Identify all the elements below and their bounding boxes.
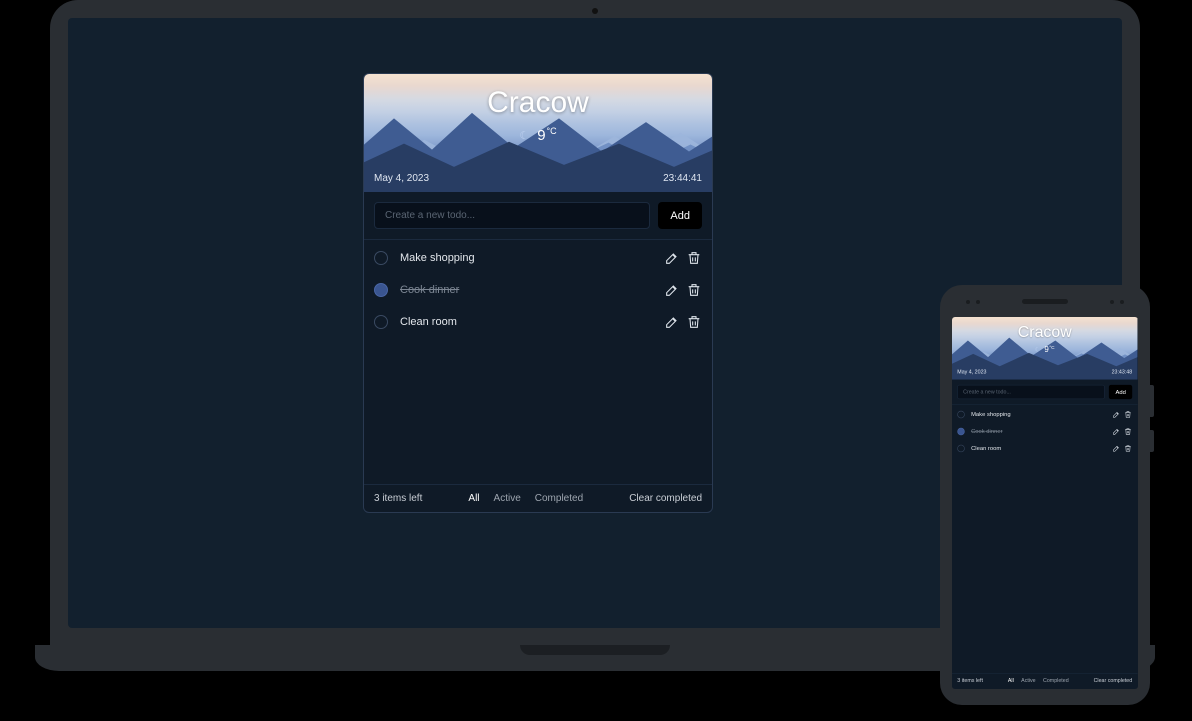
filter-all[interactable]: All: [468, 493, 479, 504]
date-text: May 4, 2023: [374, 173, 429, 184]
trash-icon[interactable]: [686, 282, 702, 298]
todo-item: Clean room: [374, 306, 702, 338]
filter-group: All Active Completed: [988, 678, 1088, 684]
todo-label: Make shopping: [400, 252, 652, 264]
todo-label: Clean room: [400, 316, 652, 328]
todo-app-card: Cracow ☾ 9°C May 4, 2023 23:44:41: [363, 73, 713, 513]
temp-value: 9: [1044, 345, 1048, 354]
camera-dot: [592, 8, 598, 14]
trash-icon[interactable]: [686, 250, 702, 266]
edit-icon[interactable]: [1112, 427, 1120, 435]
new-todo-input[interactable]: [957, 385, 1105, 399]
moon-icon: ☾: [519, 129, 529, 142]
weather-row: ☾ 9°C: [364, 126, 712, 144]
todo-footer: 3 items left All Active Completed Clear …: [952, 673, 1138, 688]
todo-checkbox[interactable]: [957, 411, 964, 418]
temp-value: 9: [537, 127, 545, 144]
todo-footer: 3 items left All Active Completed Clear …: [364, 484, 712, 512]
phone-frame: Cracow ☾ 9°C May 4, 2023 23:43:48 Add: [940, 285, 1150, 705]
edit-icon[interactable]: [664, 314, 680, 330]
edit-icon[interactable]: [1112, 410, 1120, 418]
add-button[interactable]: Add: [658, 202, 702, 229]
phone-side-button: [1150, 385, 1154, 417]
todo-item: Make shopping: [957, 406, 1132, 423]
filter-all[interactable]: All: [1008, 678, 1014, 684]
todo-app-card: Cracow ☾ 9°C May 4, 2023 23:43:48 Add: [952, 317, 1138, 688]
city-name: Cracow: [952, 323, 1138, 341]
time-text: 23:44:41: [663, 173, 702, 184]
todo-checkbox[interactable]: [957, 428, 964, 435]
new-todo-row: Add: [364, 192, 712, 240]
trash-icon[interactable]: [1124, 410, 1132, 418]
weather-header: Cracow ☾ 9°C May 4, 2023 23:44:41: [364, 74, 712, 192]
moon-icon: ☾: [1035, 346, 1040, 353]
edit-icon[interactable]: [664, 250, 680, 266]
edit-icon[interactable]: [1112, 444, 1120, 452]
items-left: 3 items left: [957, 678, 983, 684]
city-name: Cracow: [364, 86, 712, 120]
todo-label: Cook dinner: [400, 284, 652, 296]
todo-item: Cook dinner: [957, 423, 1132, 440]
todo-checkbox[interactable]: [957, 445, 964, 452]
time-text: 23:43:48: [1112, 369, 1133, 375]
temperature: 9°C: [537, 126, 556, 144]
weather-row: ☾ 9°C: [952, 345, 1138, 355]
todo-label: Cook dinner: [971, 428, 1106, 434]
todo-checkbox[interactable]: [374, 251, 388, 265]
phone-speaker: [1022, 299, 1068, 304]
date-time-row: May 4, 2023 23:44:41: [374, 173, 702, 184]
temp-unit: °C: [1049, 345, 1054, 350]
todo-list: Make shopping Cook dinner: [364, 240, 712, 484]
phone-screen: Cracow ☾ 9°C May 4, 2023 23:43:48 Add: [952, 317, 1138, 689]
date-text: May 4, 2023: [957, 369, 986, 375]
todo-label: Clean room: [971, 445, 1106, 451]
add-button[interactable]: Add: [1109, 385, 1132, 399]
new-todo-row: Add: [952, 380, 1138, 405]
laptop-notch: [520, 645, 670, 655]
todo-label: Make shopping: [971, 411, 1106, 417]
clear-completed[interactable]: Clear completed: [629, 493, 702, 504]
trash-icon[interactable]: [686, 314, 702, 330]
filter-active[interactable]: Active: [494, 493, 521, 504]
temp-unit: °C: [547, 126, 557, 136]
weather-header: Cracow ☾ 9°C May 4, 2023 23:43:48: [952, 317, 1138, 380]
clear-completed[interactable]: Clear completed: [1094, 678, 1133, 684]
todo-list: Make shopping Cook dinner: [952, 405, 1138, 673]
date-time-row: May 4, 2023 23:43:48: [957, 369, 1132, 375]
todo-item: Cook dinner: [374, 274, 702, 306]
trash-icon[interactable]: [1124, 427, 1132, 435]
todo-checkbox[interactable]: [374, 283, 388, 297]
phone-sensor-dots: [1110, 300, 1124, 304]
phone-side-button: [1150, 430, 1154, 452]
temperature: 9°C: [1044, 345, 1054, 355]
todo-item: Clean room: [957, 440, 1132, 457]
filter-completed[interactable]: Completed: [535, 493, 583, 504]
filter-completed[interactable]: Completed: [1043, 678, 1069, 684]
filter-active[interactable]: Active: [1021, 678, 1035, 684]
trash-icon[interactable]: [1124, 444, 1132, 452]
edit-icon[interactable]: [664, 282, 680, 298]
items-left: 3 items left: [374, 493, 422, 504]
filter-group: All Active Completed: [432, 493, 619, 504]
phone-sensor-dots: [966, 300, 980, 304]
new-todo-input[interactable]: [374, 202, 650, 229]
todo-checkbox[interactable]: [374, 315, 388, 329]
todo-item: Make shopping: [374, 242, 702, 274]
